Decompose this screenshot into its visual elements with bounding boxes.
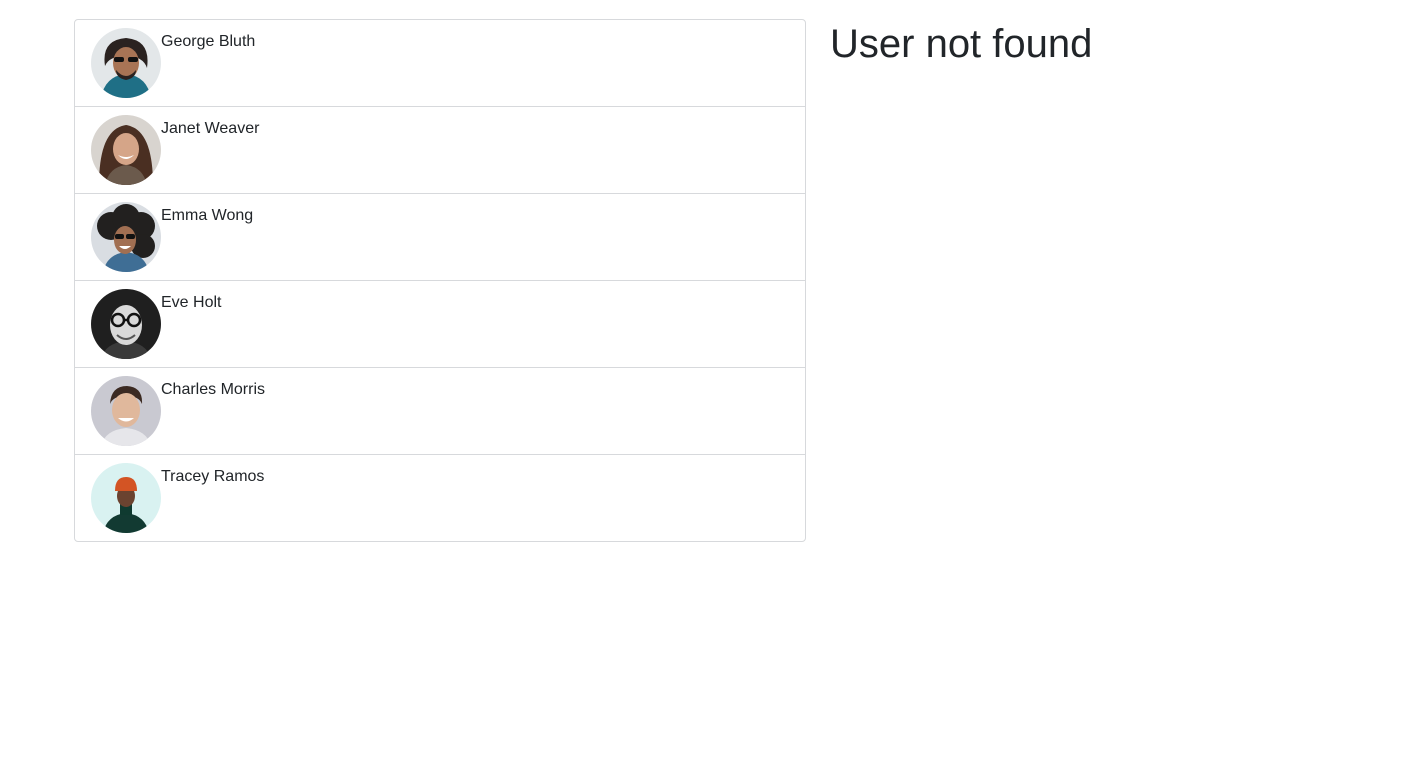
avatar: [91, 463, 161, 533]
user-name: Tracey Ramos: [161, 468, 265, 485]
user-list: George Bluth Janet Weaver Emma Wong Eve …: [74, 19, 806, 542]
user-detail-title: User not found: [830, 22, 1093, 66]
user-name: Eve Holt: [161, 294, 222, 311]
avatar: [91, 376, 161, 446]
avatar: [91, 289, 161, 359]
avatar: [91, 115, 161, 185]
user-list-item-eve-holt[interactable]: Eve Holt: [75, 281, 805, 368]
user-list-item-tracey-ramos[interactable]: Tracey Ramos: [75, 455, 805, 541]
user-name: Charles Morris: [161, 381, 266, 398]
user-name: George Bluth: [161, 33, 256, 50]
user-list-item-emma-wong[interactable]: Emma Wong: [75, 194, 805, 281]
user-list-item-janet-weaver[interactable]: Janet Weaver: [75, 107, 805, 194]
page: George Bluth Janet Weaver Emma Wong Eve …: [0, 0, 1417, 772]
user-name: Janet Weaver: [161, 120, 260, 137]
avatar: [91, 28, 161, 98]
user-list-item-george-bluth[interactable]: George Bluth: [75, 20, 805, 107]
avatar: [91, 202, 161, 272]
user-list-item-charles-morris[interactable]: Charles Morris: [75, 368, 805, 455]
user-name: Emma Wong: [161, 207, 254, 224]
